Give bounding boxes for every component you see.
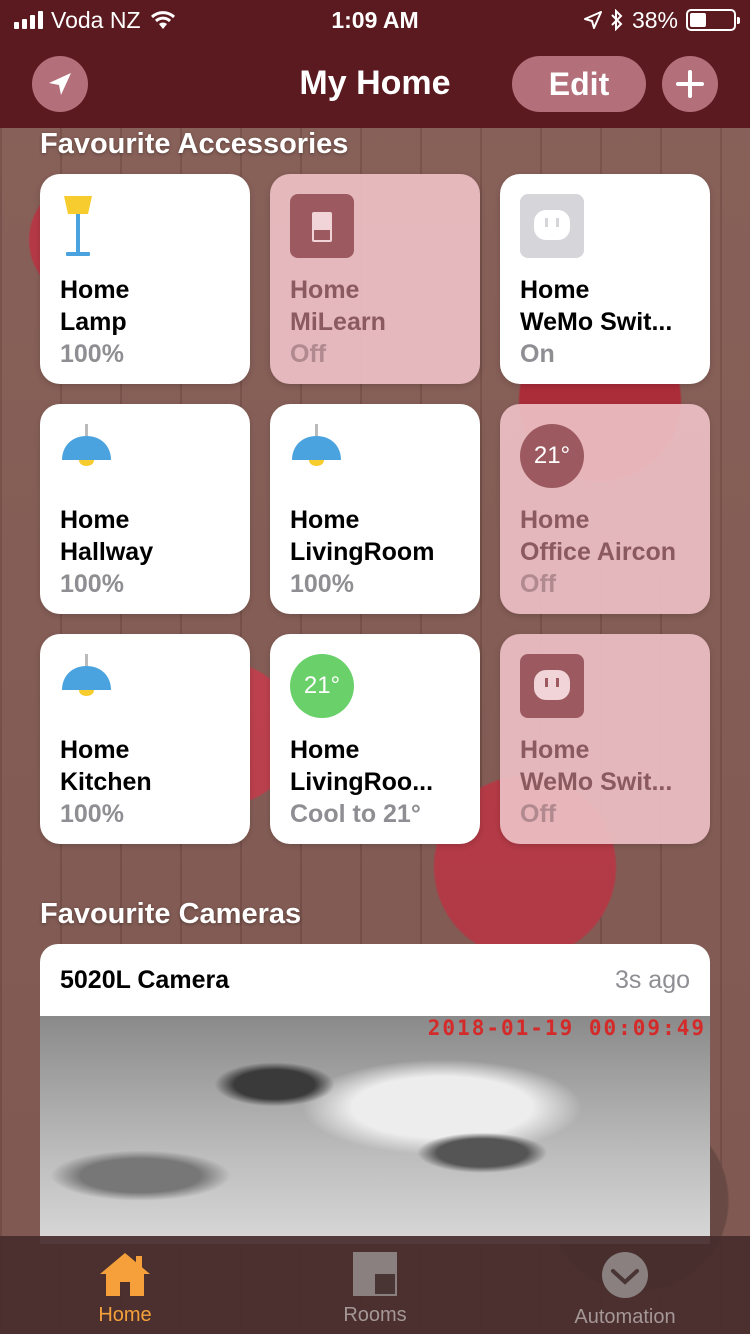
accessory-status: Off <box>520 800 557 828</box>
accessory-tile[interactable]: Home LivingRoom 100% <box>270 404 480 614</box>
accessory-status: Cool to 21° <box>290 800 421 828</box>
pendant-light-icon <box>60 654 124 718</box>
nav-bar: My Home Edit <box>0 40 750 128</box>
accessory-tile[interactable]: 21° Home LivingRoo... Cool to 21° <box>270 634 480 844</box>
tab-bar: Home Rooms Automation <box>0 1236 750 1334</box>
edit-button[interactable]: Edit <box>512 56 646 112</box>
accessory-room: Home <box>290 506 360 534</box>
battery-icon <box>686 9 740 31</box>
tab-home-label: Home <box>98 1304 152 1326</box>
accessory-status: 100% <box>290 570 354 598</box>
tab-automation-label: Automation <box>574 1306 676 1328</box>
navigation-arrow-icon <box>49 73 71 95</box>
outlet-icon <box>520 194 584 258</box>
temperature-badge: 21° <box>520 424 584 488</box>
accessory-room: Home <box>290 736 360 764</box>
tab-home[interactable]: Home <box>0 1236 250 1334</box>
camera-timestamp: 3s ago <box>614 965 690 994</box>
pendant-light-icon <box>290 424 354 488</box>
accessory-tile[interactable]: Home WeMo Swit... On <box>500 174 710 384</box>
accessory-name: WeMo Swit... <box>520 308 673 336</box>
tab-automation[interactable]: Automation <box>500 1236 750 1334</box>
accessory-tile[interactable]: Home MiLearn Off <box>270 174 480 384</box>
status-bar: Voda NZ 1:09 AM 38% <box>0 0 750 40</box>
accessory-name: Office Aircon <box>520 538 677 566</box>
accessory-tile[interactable]: Home Lamp 100% <box>40 174 250 384</box>
accessory-status: Off <box>290 340 327 368</box>
add-button[interactable] <box>662 56 718 112</box>
accessory-status: Off <box>520 570 557 598</box>
accessory-room: Home <box>520 506 590 534</box>
tab-rooms-label: Rooms <box>343 1304 407 1326</box>
accessory-room: Home <box>60 736 130 764</box>
accessory-tile[interactable]: 21° Home Office Aircon Off <box>500 404 710 614</box>
outlet-icon <box>520 654 584 718</box>
camera-overlay-date: 2018-01-19 00:09:49 <box>427 1016 706 1040</box>
thermostat-icon: 21° <box>520 424 584 488</box>
wifi-icon <box>150 11 175 29</box>
accessory-name: LivingRoom <box>290 538 435 566</box>
temperature-badge: 21° <box>290 654 354 718</box>
rooms-icon <box>353 1252 397 1296</box>
accessory-name: WeMo Swit... <box>520 768 673 796</box>
accessory-status: 100% <box>60 570 124 598</box>
bluetooth-icon <box>611 9 623 31</box>
pendant-light-icon <box>60 424 124 488</box>
signal-icon <box>14 11 43 29</box>
accessory-room: Home <box>520 276 590 304</box>
battery-percent: 38% <box>631 6 678 33</box>
camera-feed[interactable]: 2018-01-19 00:09:49 <box>40 1016 710 1244</box>
carrier-label: Voda NZ <box>51 6 141 33</box>
accessory-status: On <box>520 340 555 368</box>
accessory-tile[interactable]: Home Hallway 100% <box>40 404 250 614</box>
plus-icon <box>676 70 704 98</box>
camera-card[interactable]: 5020L Camera 3s ago 2018-01-19 00:09:49 <box>40 944 710 1244</box>
accessory-room: Home <box>290 276 360 304</box>
section-title-cameras: Favourite Cameras <box>40 898 302 930</box>
accessory-name: Kitchen <box>60 768 152 796</box>
floor-lamp-icon <box>60 194 124 258</box>
accessory-name: LivingRoo... <box>290 768 434 796</box>
accessory-tile[interactable]: Home WeMo Swit... Off <box>500 634 710 844</box>
thermostat-icon: 21° <box>290 654 354 718</box>
location-arrow-icon <box>583 11 602 29</box>
house-icon <box>100 1253 150 1296</box>
accessory-status: 100% <box>60 800 124 828</box>
accessory-room: Home <box>520 736 590 764</box>
automation-icon <box>602 1252 648 1298</box>
switch-icon <box>290 194 354 258</box>
accessory-tile[interactable]: Home Kitchen 100% <box>40 634 250 844</box>
accessory-status: 100% <box>60 340 124 368</box>
accessory-name: MiLearn <box>290 308 386 336</box>
location-button[interactable] <box>32 56 88 112</box>
accessory-name: Lamp <box>60 308 127 336</box>
accessory-room: Home <box>60 506 130 534</box>
accessory-room: Home <box>60 276 130 304</box>
accessory-name: Hallway <box>60 538 154 566</box>
tab-rooms[interactable]: Rooms <box>250 1236 500 1334</box>
camera-name: 5020L Camera <box>60 965 230 994</box>
section-title-accessories: Favourite Accessories <box>40 128 349 160</box>
